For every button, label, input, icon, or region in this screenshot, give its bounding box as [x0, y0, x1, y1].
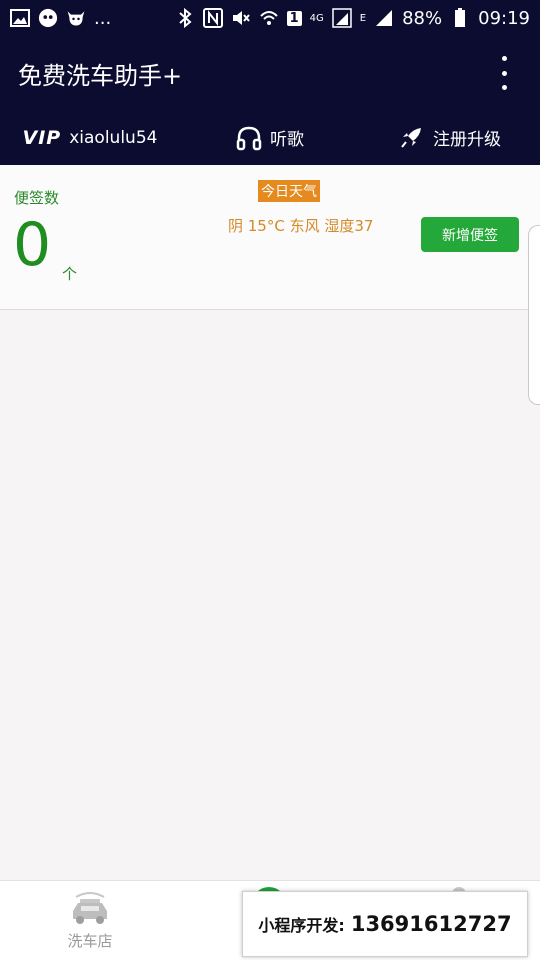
bottom-tab-bar: 洗车店 小程序开发: 13691612727: [0, 880, 540, 960]
headphones-icon: [236, 125, 262, 151]
app-face-icon: [38, 8, 58, 28]
network-4g-label: 4G: [309, 12, 324, 24]
rocket-icon: [399, 125, 425, 151]
promo-banner[interactable]: 小程序开发: 13691612727: [242, 891, 528, 957]
status-left: ...: [10, 8, 111, 29]
username: xiaolulu54: [69, 127, 158, 148]
status-bar: ... 1 4G E 88% 09:19: [0, 0, 540, 36]
car-wash-shop-label: 洗车店: [67, 932, 113, 950]
promo-phone: 13691612727: [350, 912, 512, 936]
nfc-icon: [202, 8, 223, 28]
gallery-icon: [10, 8, 30, 28]
nav-vip-user[interactable]: VIP xiaolulu54: [0, 127, 180, 149]
battery-icon: [450, 8, 470, 28]
battery-percent: 88%: [402, 7, 443, 29]
status-right: 1 4G E 88% 09:19: [175, 8, 530, 29]
upgrade-label: 注册升级: [433, 130, 501, 150]
add-note-button[interactable]: 新增便签: [421, 217, 519, 252]
music-label: 听歌: [270, 130, 304, 150]
network-e-label: E: [359, 12, 367, 24]
wifi-icon: [259, 8, 279, 28]
more-notifications-text: ...: [94, 7, 112, 29]
promo-label: 小程序开发:: [258, 916, 345, 935]
bluetooth-icon: [175, 8, 195, 28]
tab-car-wash-shop[interactable]: 洗车店: [60, 889, 120, 951]
notes-summary: 便签数 0 个 今日天气 阴 15°C 东风 湿度37 新增便签: [0, 165, 540, 310]
weather-info: 阴 15°C 东风 湿度37: [228, 217, 374, 235]
more-options-icon[interactable]: [492, 56, 516, 90]
mute-icon: [231, 8, 251, 28]
signal-icon: [332, 8, 352, 28]
nav-music[interactable]: 听歌: [180, 125, 360, 151]
weather-title: 今日天气: [258, 180, 320, 202]
app-title: 免费洗车助手+: [18, 61, 183, 90]
notes-count: 0: [13, 210, 52, 280]
notes-count-label: 便签数: [14, 189, 60, 207]
clock: 09:19: [478, 7, 530, 29]
nav-upgrade[interactable]: 注册升级: [360, 125, 540, 151]
car-wash-icon: [68, 889, 112, 927]
vip-badge: VIP: [22, 126, 62, 149]
side-drawer-handle[interactable]: [528, 225, 540, 405]
app-cow-icon: [66, 8, 86, 28]
top-nav: VIP xiaolulu54 听歌 注册升级: [0, 110, 540, 165]
app-bar: 免费洗车助手+: [0, 36, 540, 110]
notes-count-unit: 个: [62, 265, 78, 283]
signal-strength-icon: [374, 8, 394, 28]
sim-badge: 1: [286, 10, 302, 26]
